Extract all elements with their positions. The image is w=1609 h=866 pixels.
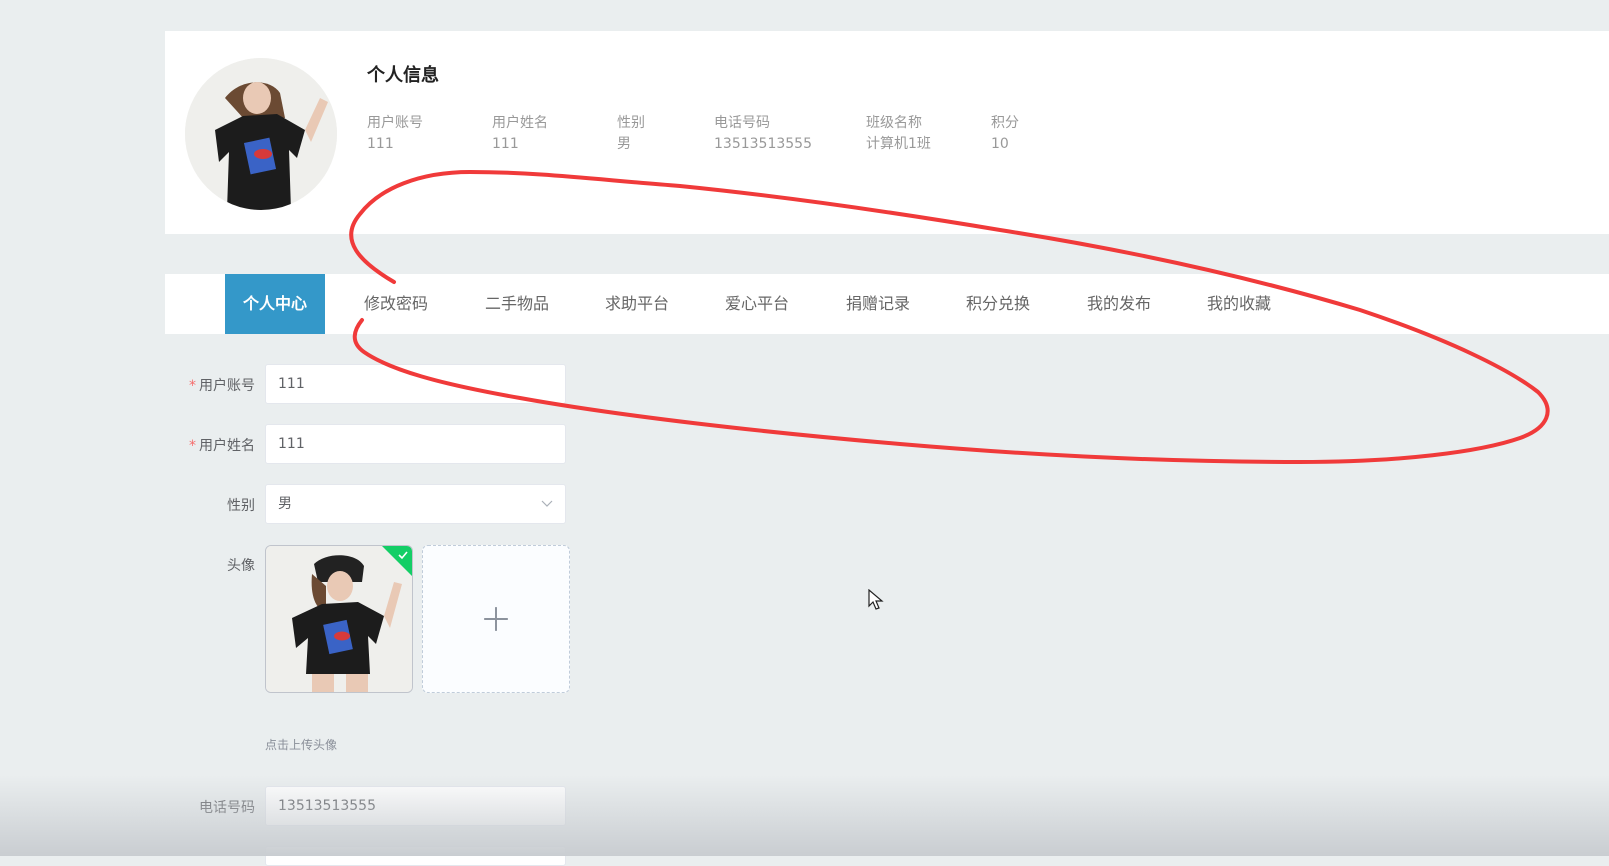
info-label: 用户姓名 (492, 115, 548, 131)
gender-label: 性别 (227, 498, 255, 514)
account-input[interactable]: 111 (265, 364, 566, 404)
info-value: 计算机1班 (866, 136, 931, 152)
info-phone: 电话号码 13513513555 (714, 113, 812, 155)
tab-my-favorites[interactable]: 我的收藏 (1207, 274, 1271, 334)
info-name: 用户姓名 111 (492, 113, 548, 155)
chevron-down-icon (541, 485, 553, 538)
profile-avatar (185, 58, 337, 210)
gender-select[interactable]: 男 (265, 484, 566, 524)
mouse-cursor-icon (868, 589, 884, 610)
tab-charity-platform[interactable]: 爱心平台 (725, 274, 789, 334)
info-label: 积分 (991, 115, 1019, 131)
avatar-label: 头像 (227, 558, 255, 574)
tab-second-hand[interactable]: 二手物品 (485, 274, 549, 334)
tab-personal-center[interactable]: 个人中心 (225, 274, 325, 334)
avatar-upload-button[interactable] (422, 545, 570, 693)
name-label-text: 用户姓名 (199, 438, 255, 454)
info-gender: 性别 男 (617, 113, 645, 155)
phone-input[interactable]: 13513513555 (265, 786, 566, 826)
tab-my-posts[interactable]: 我的发布 (1087, 274, 1151, 334)
tab-change-password[interactable]: 修改密码 (364, 274, 428, 334)
info-class: 班级名称 计算机1班 (866, 113, 931, 155)
info-label: 电话号码 (714, 115, 770, 131)
account-label-text: 用户账号 (199, 378, 255, 394)
info-value: 10 (991, 136, 1009, 152)
info-account: 用户账号 111 (367, 113, 423, 155)
name-label: * 用户姓名 (165, 435, 255, 455)
tab-bar: 个人中心 修改密码 二手物品 求助平台 爱心平台 捐赠记录 积分兑换 我的发布 … (165, 274, 1609, 334)
upload-hint: 点击上传头像 (265, 738, 338, 752)
account-label: * 用户账号 (165, 375, 255, 395)
profile-title: 个人信息 (367, 65, 439, 86)
required-mark: * (189, 438, 196, 454)
required-mark: * (189, 378, 196, 394)
name-input[interactable]: 111 (265, 424, 566, 464)
tab-points-exchange[interactable]: 积分兑换 (966, 274, 1030, 334)
info-value: 111 (367, 136, 394, 152)
next-field-input[interactable] (265, 846, 566, 866)
tab-donation-records[interactable]: 捐赠记录 (846, 274, 910, 334)
info-value: 男 (617, 136, 631, 152)
profile-card: 个人信息 用户账号 111 用户姓名 111 性别 男 电话号码 1351351… (165, 31, 1609, 234)
phone-label: 电话号码 (199, 800, 255, 816)
info-label: 用户账号 (367, 115, 423, 131)
info-points: 积分 10 (991, 113, 1019, 155)
tab-help-platform[interactable]: 求助平台 (605, 274, 669, 334)
success-check-icon (382, 546, 412, 576)
plus-icon (484, 607, 508, 631)
info-label: 班级名称 (866, 115, 922, 131)
info-value: 13513513555 (714, 136, 812, 152)
gender-value: 男 (278, 496, 292, 512)
info-value: 111 (492, 136, 519, 152)
info-label: 性别 (617, 115, 645, 131)
uploaded-avatar-thumbnail[interactable] (265, 545, 413, 693)
